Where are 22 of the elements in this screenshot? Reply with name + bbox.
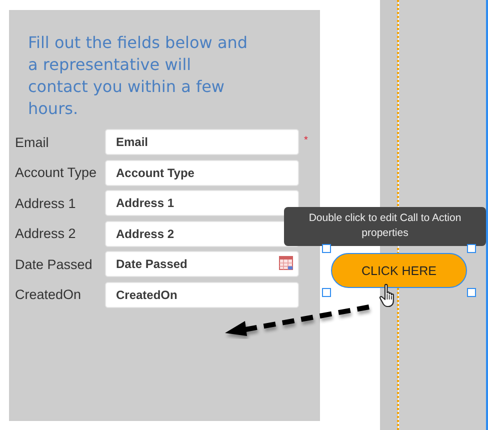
field-label: Account Type	[15, 165, 98, 180]
input-field[interactable]: Date Passed	[105, 251, 299, 278]
tooltip: Double click to edit Call to Action properties	[284, 207, 486, 246]
required-marker: *	[304, 135, 308, 146]
input-field[interactable]: Email	[105, 129, 299, 155]
input-field[interactable]: Account Type	[105, 160, 299, 186]
field-label: Date Passed	[15, 256, 94, 272]
field-label: Address 1	[15, 196, 77, 211]
field-label: Address 2	[15, 226, 77, 242]
hand-cursor-icon	[379, 283, 397, 309]
resize-handle[interactable]	[322, 244, 331, 253]
field-label: CreatedOn	[15, 287, 82, 302]
field-label: Email	[15, 134, 50, 150]
call-to-action-button[interactable]: CLICK HERE	[331, 253, 467, 288]
form-heading: Fill out the fields below and a representative will contact you within a few hours.	[28, 32, 249, 120]
input-field[interactable]: Address 2	[105, 220, 299, 247]
input-field[interactable]: Address 1	[105, 190, 299, 216]
input-field[interactable]: CreatedOn	[105, 282, 299, 308]
resize-handle[interactable]	[322, 288, 331, 297]
resize-handle[interactable]	[467, 288, 476, 297]
resize-handle[interactable]	[467, 244, 476, 253]
calendar-icon[interactable]	[279, 256, 293, 270]
